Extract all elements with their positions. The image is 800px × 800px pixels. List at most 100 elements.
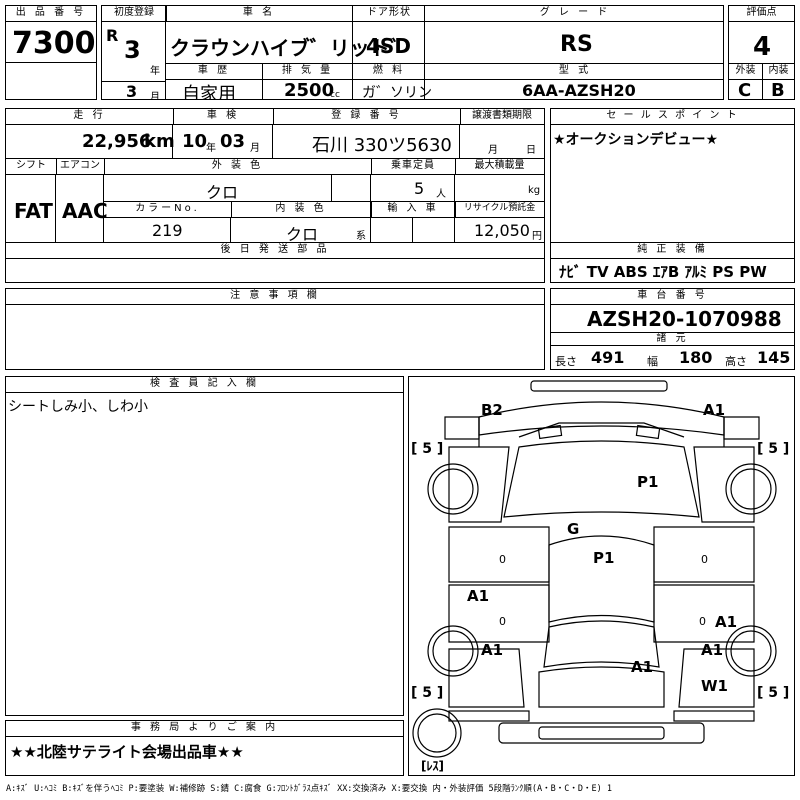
mileage-label: 走 行 (6, 109, 174, 125)
exterior-grade: C (738, 80, 752, 100)
interior-grade: B (771, 80, 785, 100)
header-main: 初度登録 R 3 年 3 月 車 名 クラウンハイブ゛リット゛ 車 歴 排 気 … (101, 5, 724, 100)
mark-a1-left-door: A1 (467, 587, 490, 605)
inspection-month: 03 (220, 131, 246, 152)
int-color-label: 内 装 色 (231, 202, 372, 218)
office-notice: ★★北陸サテライト会場出品車★★ (10, 743, 244, 761)
mark-zero-bottom-left: 0 (499, 615, 506, 628)
import-label: 輸 入 車 (371, 202, 456, 218)
inspector-box: 検 査 員 記 入 欄 シートしみ小、しわ小 (5, 376, 404, 716)
sales-point-text: ★オークションデビュー★ (553, 132, 719, 148)
color-no: 219 (152, 221, 183, 240)
ac-label: エアコン (56, 159, 105, 175)
mark-b2: B2 (481, 401, 503, 419)
tire-rear-right: [ 5 ] (757, 685, 790, 701)
height: 145 (757, 348, 791, 367)
height-label: 高さ (725, 355, 747, 368)
inspection-year-unit: 年 (206, 143, 216, 154)
chassis-number: AZSH20-1070988 (587, 307, 782, 331)
ac: AAC (62, 199, 108, 223)
capacity-unit: 人 (436, 189, 446, 200)
office-box: 事 務 局 よ り ご 案 内 ★★北陸サテライト会場出品車★★ (5, 720, 404, 776)
first-reg-label: 初度登録 (102, 6, 167, 22)
legend: A:ｷｽﾞ U:ﾍｺﾐ B:ｷｽﾞを伴うﾍｺﾐ P:要塗装 W:補修跡 S:錆 … (6, 784, 612, 794)
length: 491 (591, 348, 625, 367)
sales-point-label: セ ー ル ス ポ イ ン ト (551, 109, 794, 125)
model-label: 型 式 (425, 64, 723, 80)
width: 180 (679, 348, 713, 367)
month-unit: 月 (150, 92, 160, 100)
later-parts-label: 後 日 発 送 部 品 (6, 243, 544, 259)
door-label: ドア形状 (353, 6, 425, 22)
score-label: 評価点 (729, 6, 794, 22)
reg-no: 石川 330ツ5630 (312, 135, 452, 156)
mark-p1-hood: P1 (637, 473, 659, 491)
mark-zero-right: 0 (701, 553, 708, 566)
interior-label: 内装 (763, 64, 794, 80)
office-label: 事 務 局 よ り ご 案 内 (6, 721, 403, 737)
ext-color: クロ (206, 183, 239, 202)
transfer-day: 日 (526, 145, 536, 156)
lot-number-label: 出 品 番 号 (6, 6, 96, 22)
mark-p1-roof: P1 (593, 549, 615, 567)
sales-point-box: セ ー ル ス ポ イ ン ト ★オークションデビュー★ 純 正 装 備 ﾅﾋﾞ… (550, 108, 795, 283)
mark-a1-right-rear: A1 (701, 641, 724, 659)
mark-a1-right-door: A1 (715, 613, 738, 631)
mark-a1-front-right: A1 (703, 401, 726, 419)
reg-month: 3 (126, 82, 138, 100)
inspection-label: 車 検 (173, 109, 274, 125)
car-outline (412, 380, 777, 758)
fuel-label: 燃 料 (353, 64, 425, 80)
notes-box: 注 意 事 項 欄 (5, 288, 545, 370)
int-color-unit: 系 (356, 231, 366, 242)
reg-no-label: 登 録 番 号 (273, 109, 461, 125)
tire-front-right: [ 5 ] (757, 441, 790, 457)
transfer-month: 月 (488, 145, 498, 156)
era: R (106, 26, 119, 45)
shift-label: シフト (6, 159, 57, 175)
vehicle-details: 走 行 車 検 登 録 番 号 譲渡書類期限 22,956 km 10 年 03… (5, 108, 545, 283)
inspection-month-unit: 月 (250, 143, 260, 154)
displacement-unit: cc (330, 90, 340, 100)
displacement: 2500 (284, 80, 335, 100)
mark-zero-bottom-right: 0 (699, 615, 706, 628)
equipment-list: ﾅﾋﾞ TV ABS ｴｱB ｱﾙﾐ PS PW (559, 263, 767, 281)
car-name-label: 車 名 (166, 6, 352, 22)
mark-a1-trunk: A1 (631, 658, 654, 676)
mileage-unit: km (144, 131, 175, 152)
inspector-label: 検 査 員 記 入 欄 (6, 377, 403, 393)
tire-rear-left: [ 5 ] (411, 685, 444, 701)
grade: RS (560, 32, 593, 57)
mark-w1: W1 (701, 677, 728, 695)
tire-front-left: [ 5 ] (411, 441, 444, 457)
recycle-label: リサイクル預託金 (455, 202, 544, 218)
transfer-label: 譲渡書類期限 (460, 109, 544, 125)
lot-number: 73006 (12, 26, 96, 61)
load-label: 最大積載量 (455, 159, 544, 175)
history-label: 車 歴 (166, 64, 262, 80)
length-label: 長さ (555, 355, 577, 368)
load-unit: kg (528, 185, 541, 196)
lot-number-box: 出 品 番 号 73006 (5, 5, 97, 100)
exterior-label: 外装 (729, 64, 762, 80)
inspection-year: 10 (182, 131, 208, 152)
capacity-label: 乗車定員 (371, 159, 456, 175)
width-label: 幅 (647, 355, 658, 368)
notes-label: 注 意 事 項 欄 (6, 289, 544, 305)
damage-diagram: B2 A1 P1 G P1 0 0 A1 A1 A1 A1 A1 W1 0 0 … (408, 376, 795, 776)
displacement-label: 排 気 量 (263, 64, 352, 80)
fuel: ガ゛ソリン (362, 85, 432, 100)
equipment-label: 純 正 装 備 (551, 243, 794, 259)
ext-color-label: 外 装 色 (104, 159, 372, 175)
tire-spare: [ﾚｽ] (421, 759, 444, 773)
score-box: 評価点 4 外装 内装 C B (728, 5, 795, 100)
model-code: 6AA-AZSH20 (522, 81, 636, 100)
shift: FAT (14, 199, 53, 223)
mileage: 22,956 (82, 131, 152, 152)
recycle: 12,050 (474, 221, 530, 240)
grade-label: グ レ ー ド (425, 6, 723, 22)
recycle-unit: 円 (532, 231, 542, 242)
mark-g: G (567, 520, 580, 538)
year-unit: 年 (150, 66, 160, 77)
mark-a1-left-rear: A1 (481, 641, 504, 659)
